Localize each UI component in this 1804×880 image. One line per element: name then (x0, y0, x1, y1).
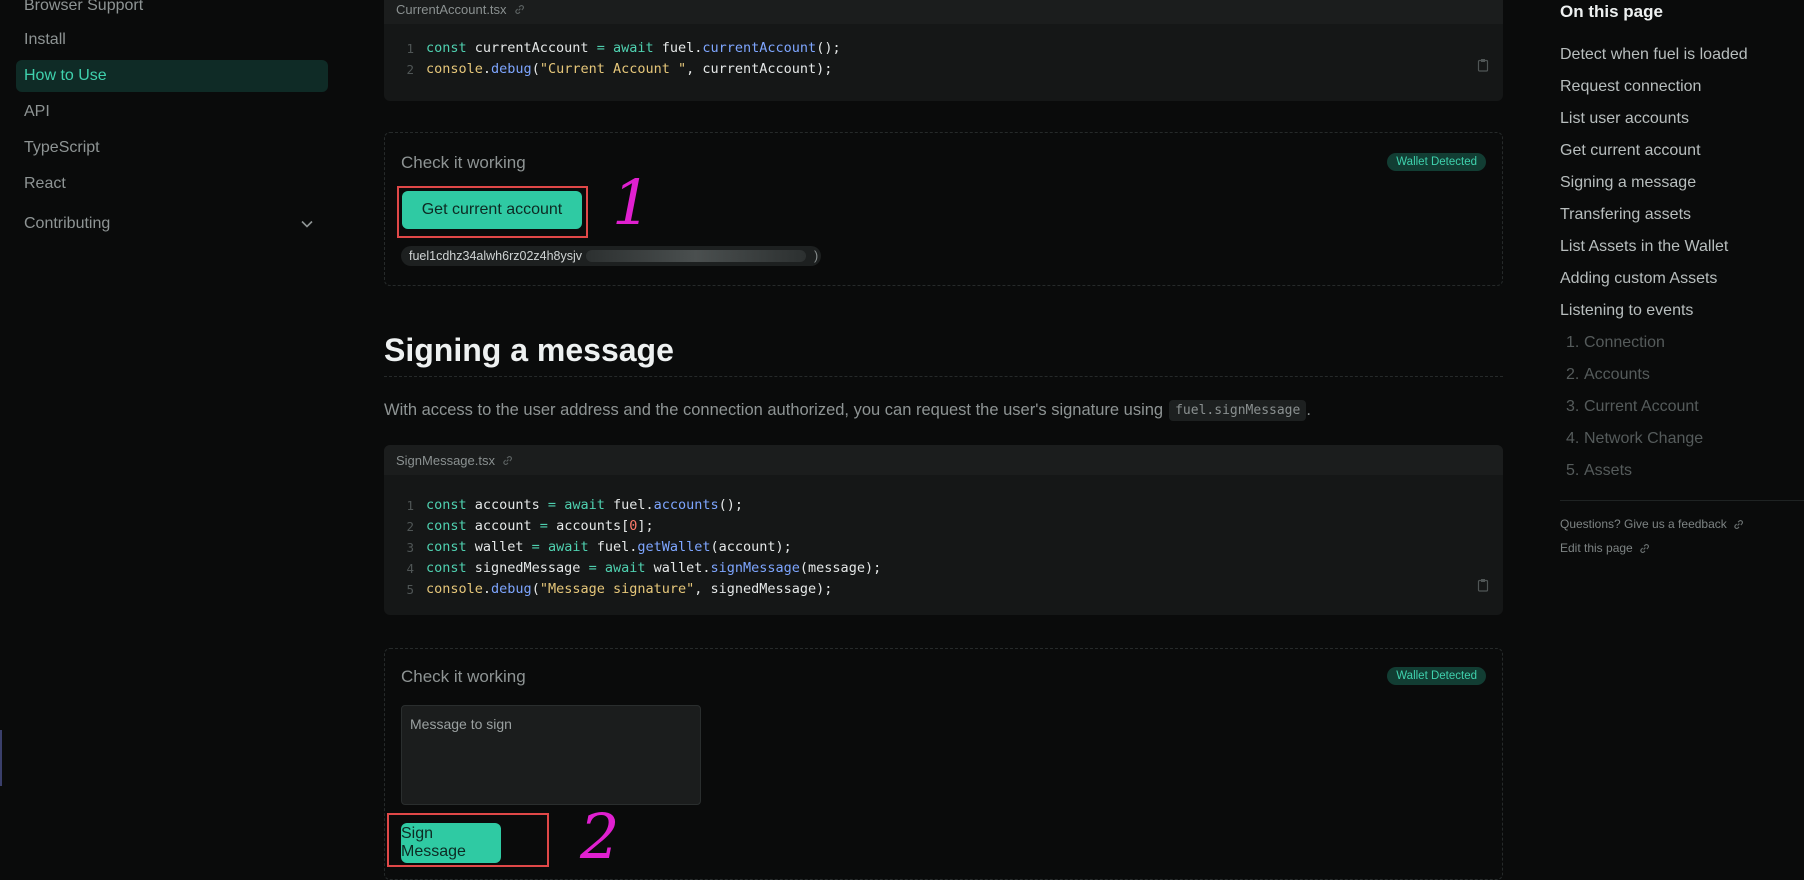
toc-subitem-number: 3. (1566, 398, 1580, 415)
code-block-header: SignMessage.tsx (384, 445, 1503, 475)
toc-subitem-label: Connection (1584, 334, 1665, 351)
edit-page-link-label: Edit this page (1560, 541, 1633, 555)
toc-subitem-label: Current Account (1584, 398, 1699, 415)
line-number: 2 (406, 519, 414, 534)
toc-item-detect-fuel[interactable]: Detect when fuel is loaded (1560, 46, 1748, 64)
account-address-end: ) (814, 249, 819, 263)
link-icon[interactable] (513, 3, 526, 16)
toc-subitem-assets[interactable]: 5. Assets (1566, 462, 1632, 480)
toc-item-signing[interactable]: Signing a message (1560, 174, 1696, 192)
toc-subitem-accounts[interactable]: 2. Accounts (1566, 366, 1650, 384)
scroll-indicator (0, 730, 2, 786)
edit-page-link[interactable]: Edit this page (1560, 541, 1651, 555)
copy-icon[interactable] (1477, 58, 1489, 72)
code-line: 4 const signedMessage = await wallet. sign… (384, 558, 1503, 579)
sidebar-item-typescript[interactable]: TypeScript (16, 132, 328, 164)
toc-item-transfering[interactable]: Transfering assets (1560, 206, 1691, 224)
line-number: 4 (406, 561, 414, 576)
toc-subitem-number: 1. (1566, 334, 1580, 351)
toc-subitem-connection[interactable]: 1. Connection (1566, 334, 1665, 352)
code-block-current-account: CurrentAccount.tsx 1 const currentAccount… (384, 0, 1503, 101)
address-redaction (586, 250, 807, 262)
code-content: 1 const accounts = await fuel. accounts ();… (384, 475, 1503, 600)
heading-divider (384, 376, 1503, 377)
code-line: 2 console. debug("Current Account ", curre… (384, 59, 1503, 80)
line-number: 2 (406, 62, 414, 77)
chevron-down-icon (301, 220, 313, 228)
code-block-sign-message: SignMessage.tsx 1 const accounts = await … (384, 445, 1503, 615)
code-content: 1 const currentAccount = await fuel. curre… (384, 24, 1503, 80)
line-number: 3 (406, 540, 414, 555)
code-block-header: CurrentAccount.tsx (384, 0, 1503, 24)
sidebar-item-install[interactable]: Install (16, 24, 328, 56)
status-badge: Wallet Detected (1387, 153, 1486, 171)
sidebar-item-how-to-use[interactable]: How to Use (16, 60, 328, 92)
toc-item-list-assets[interactable]: List Assets in the Wallet (1560, 238, 1728, 256)
paragraph-end: . (1306, 401, 1311, 419)
line-number: 1 (406, 41, 414, 56)
code-line: 2 const account = accounts[0]; (384, 516, 1503, 537)
toc-subitem-label: Assets (1584, 462, 1633, 479)
toc-subitem-number: 4. (1566, 430, 1580, 447)
code-line: 3 const wallet = await fuel. getWallet (acc… (384, 537, 1503, 558)
sidebar-item-label: API (24, 103, 50, 120)
account-address-pill: fuel1cdhz34alwh6rz02z4h8ysjv ) (401, 246, 821, 266)
toc-item-events[interactable]: Listening to events (1560, 302, 1693, 320)
code-filename: SignMessage.tsx (396, 452, 495, 468)
code-line: 5 console. debug("Message signature", sign… (384, 579, 1503, 600)
toc-subitem-label: Accounts (1584, 366, 1650, 383)
toc-item-request-connection[interactable]: Request connection (1560, 78, 1701, 96)
sidebar-item-react[interactable]: React (16, 168, 328, 200)
link-icon (1734, 519, 1743, 529)
sidebar-item-browser-support[interactable]: Browser Support (16, 0, 328, 22)
code-line: 1 const currentAccount = await fuel. curre… (384, 38, 1503, 59)
account-address-text: fuel1cdhz34alwh6rz02z4h8ysjv (409, 249, 583, 263)
paragraph-text: With access to the user address and the … (384, 401, 1164, 419)
sidebar-item-label: React (24, 175, 66, 192)
sidebar-item-label: Contributing (24, 215, 111, 232)
code-filename: CurrentAccount.tsx (396, 1, 507, 17)
sidebar-item-label: Install (24, 31, 66, 48)
toc-subitem-label: Network Change (1584, 430, 1704, 447)
sidebar-item-api[interactable]: API (16, 96, 328, 128)
inline-code: fuel.signMessage (1169, 400, 1307, 421)
sidebar-item-contributing[interactable]: Contributing (16, 208, 328, 240)
line-number: 5 (406, 582, 414, 597)
message-textarea[interactable]: Message to sign (401, 705, 701, 805)
feedback-link[interactable]: Questions? Give us a feedback (1560, 517, 1745, 531)
code-line: 1 const accounts = await fuel. accounts (); (384, 495, 1503, 516)
toc-subitem-network-change[interactable]: 4. Network Change (1566, 430, 1703, 448)
link-icon[interactable] (501, 454, 514, 467)
feedback-link-label: Questions? Give us a feedback (1560, 517, 1727, 531)
section-heading-signing: Signing a message (384, 332, 674, 368)
toc-divider (1560, 500, 1804, 501)
annotation-marker-2: 2 (580, 800, 620, 873)
sidebar-item-label: TypeScript (24, 139, 100, 156)
sidebar-item-label: How to Use (24, 67, 107, 84)
status-badge: Wallet Detected (1387, 667, 1486, 685)
panel-title: Check it working (401, 667, 526, 686)
sidebar-nav: Browser Support Install How to Use API T… (0, 0, 340, 856)
toc-title: On this page (1560, 2, 1663, 21)
toc-subitem-number: 5. (1566, 462, 1580, 479)
highlight-box-2 (387, 813, 549, 867)
toc-item-custom-assets[interactable]: Adding custom Assets (1560, 270, 1717, 288)
toc-item-list-accounts[interactable]: List user accounts (1560, 110, 1689, 128)
panel-title: Check it working (401, 153, 526, 172)
section-paragraph: With access to the user address and the … (384, 400, 1311, 421)
line-number: 1 (406, 498, 414, 513)
toc-subitem-current-account[interactable]: 3. Current Account (1566, 398, 1699, 416)
highlight-box-1 (397, 186, 588, 238)
annotation-marker-1: 1 (612, 166, 652, 239)
sidebar-item-label: Browser Support (24, 0, 144, 14)
copy-icon[interactable] (1477, 578, 1489, 592)
link-icon (1640, 543, 1649, 553)
toc-subitem-number: 2. (1566, 366, 1580, 383)
toc-item-current-account[interactable]: Get current account (1560, 142, 1701, 160)
